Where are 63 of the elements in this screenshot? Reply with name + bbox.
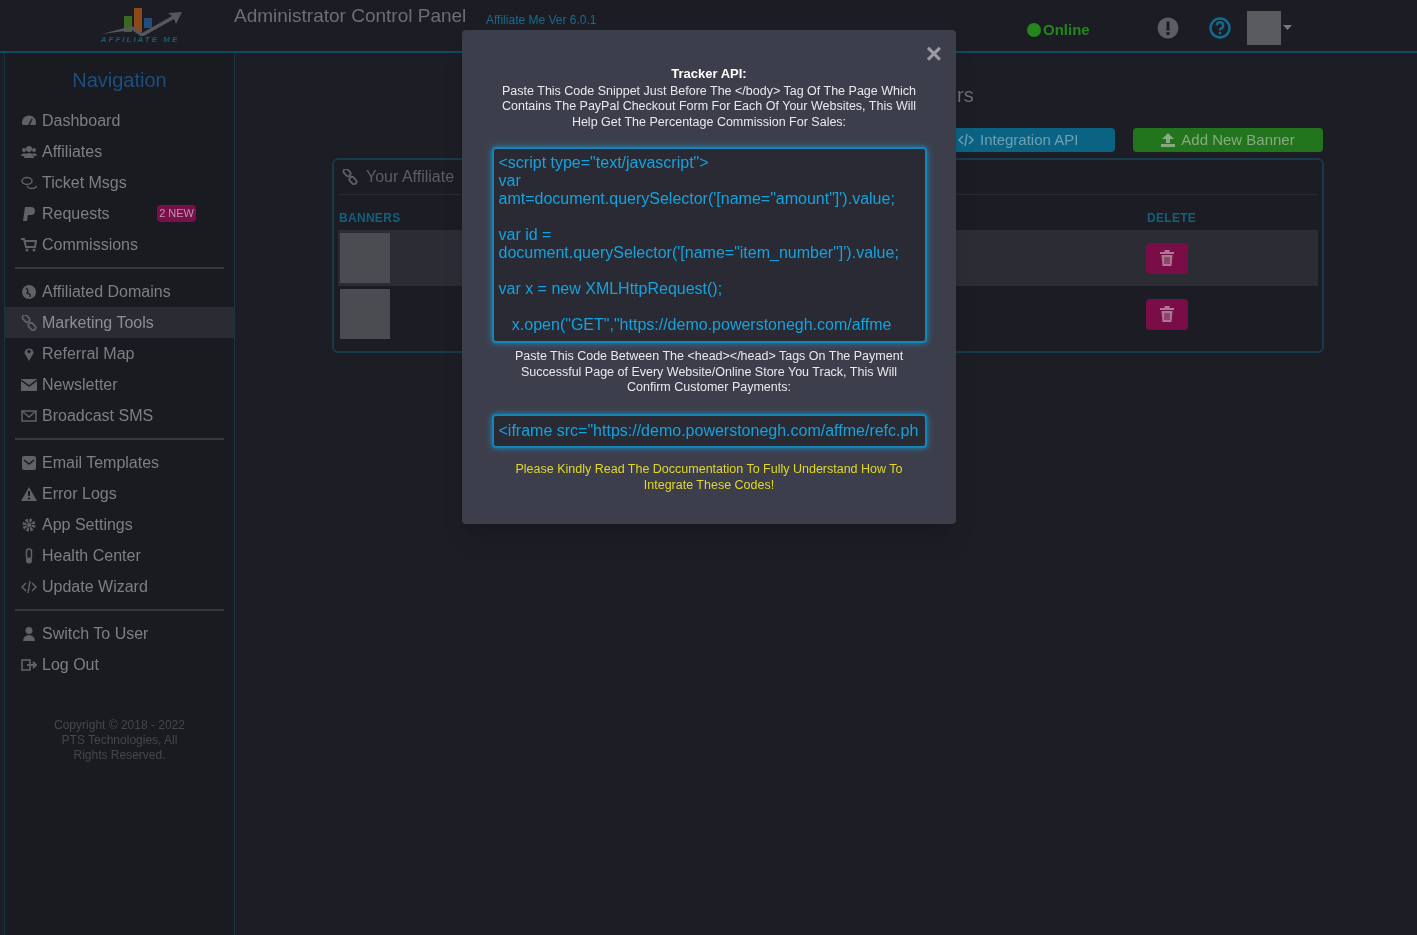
logo-text: AFFILIATE ME (100, 36, 180, 44)
sidebar-item[interactable]: Switch To User (5, 618, 234, 649)
status-label: Online (1043, 20, 1090, 40)
menu-item-icon (21, 485, 37, 502)
menu-item-icon (21, 143, 37, 160)
delete-button[interactable] (1146, 298, 1188, 330)
photo-placeholder (340, 289, 390, 339)
avatar-image (1247, 11, 1281, 45)
sidebar-item[interactable]: Affiliated Domains (5, 276, 234, 307)
trash-icon (1160, 250, 1174, 266)
menu-item-icon (21, 236, 37, 253)
sidebar-item[interactable]: Health Center (5, 540, 234, 571)
app-title: Administrator Control Panel (234, 4, 467, 28)
version-label: Affiliate Me Ver 6.0.1 (486, 13, 597, 27)
menu-item-icon (21, 454, 37, 471)
photo-placeholder (340, 233, 390, 283)
page-heading: rs (957, 83, 974, 108)
sidebar-item[interactable]: Update Wizard (5, 571, 234, 602)
sidebar-heading: Navigation (71, 68, 168, 93)
sidebar-item[interactable]: Dashboard (5, 105, 234, 136)
menu-item-icon (21, 625, 37, 642)
menu-item-icon (21, 283, 37, 300)
sidebar-item[interactable]: Newsletter (5, 369, 234, 400)
sidebar-item[interactable]: Requests 2 NEW (5, 198, 234, 229)
sidebar-item[interactable]: Broadcast SMS (5, 400, 234, 431)
sidebar-item[interactable]: Log Out (5, 649, 234, 680)
menu-item-icon (21, 407, 37, 424)
instruction-text: Paste This Code Snippet Just Before The </body> Tag Of The Page Which Contains The PayPal Checkout Form For Each Of Your Websites, This Will Help Get The Percentage Commission For Sales: (500, 83, 918, 130)
column-header: BANNERS (339, 210, 401, 227)
menu-item-icon (21, 314, 37, 331)
upload-icon (1161, 133, 1176, 147)
sidebar-item[interactable]: Commissions (5, 229, 234, 260)
delete-button[interactable] (1146, 242, 1188, 274)
sidebar-item[interactable]: Error Logs (5, 478, 234, 509)
menu-item-icon (21, 578, 37, 595)
menu-item-icon (21, 205, 37, 222)
code-field[interactable]: <script type="text/javascript"> var amt=document.querySelector('[name="amount"]').value; var id = document.querySelector('[name="item_number"]').value; var x = new XMLHttpRequest(); x.open("GET","https://demo.powerstonegh.com/affme (491, 147, 927, 343)
account-menu[interactable] (1247, 11, 1292, 45)
sidebar-item[interactable]: App Settings (5, 509, 234, 540)
column-header: DELETE (1147, 210, 1198, 227)
menu-item-icon (21, 174, 37, 191)
caret-icon (1283, 25, 1292, 31)
code-icon (958, 134, 974, 146)
notice-text: Please Kindly Read The Doccumentation To Fully Understand How To Integrate These Codes! (514, 460, 904, 493)
menu-item-icon (21, 376, 37, 393)
add-banner-button[interactable]: Add New Banner (1133, 128, 1323, 152)
sidebar-item[interactable]: Marketing Tools (5, 307, 234, 338)
sidebar-item[interactable]: Email Templates (5, 447, 234, 478)
trash-icon (1160, 306, 1174, 322)
sidebar-item[interactable]: Referral Map (5, 338, 234, 369)
help-icon (1209, 17, 1231, 39)
menu-item-icon (21, 656, 37, 673)
instruction-text: Paste This Code Between The <head></head> Tags On The Payment Successful Page of Every Website/Online Store You Track, This Will Confirm Customer Payments: (513, 349, 905, 396)
link-icon (342, 169, 358, 185)
modal-title: Tracker API: (670, 65, 748, 83)
menu-item-icon (21, 516, 37, 533)
card-title: Your Affiliate (366, 167, 455, 187)
sidebar-item[interactable]: Affiliates (5, 136, 234, 167)
close-button[interactable]: × (925, 40, 942, 68)
alert-icon (1157, 17, 1179, 39)
badge: 2 NEW (157, 205, 196, 222)
code-field[interactable]: <iframe src="https://demo.powerstonegh.com/affme/refc.ph (491, 413, 927, 448)
sidebar-item[interactable]: Ticket Msgs (5, 167, 234, 198)
